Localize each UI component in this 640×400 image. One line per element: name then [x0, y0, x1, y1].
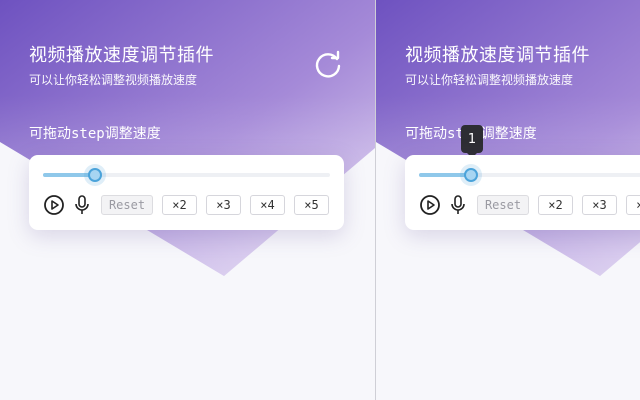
speed-x3-button[interactable]: ×3	[582, 195, 617, 215]
speed-control-card: Reset ×2 ×3 ×4 ×5	[405, 155, 640, 230]
refresh-icon[interactable]	[313, 50, 343, 80]
page-title: 视频播放速度调节插件	[405, 45, 590, 66]
page-title: 视频播放速度调节插件	[29, 45, 214, 66]
page-subtitle: 可以让你轻松调整视频播放速度	[405, 73, 574, 87]
speed-control-card: Reset ×2 ×3 ×4 ×5	[29, 155, 344, 230]
reset-button[interactable]: Reset	[101, 195, 153, 215]
hint-code: step	[71, 126, 105, 142]
hint-prefix: 可拖动	[405, 126, 447, 142]
speed-x4-button[interactable]: ×4	[250, 195, 285, 215]
speed-x3-button[interactable]: ×3	[206, 195, 241, 215]
speed-x5-button[interactable]: ×5	[294, 195, 329, 215]
page-subtitle: 可以让你轻松调整视频播放速度	[29, 73, 198, 87]
play-circle-icon[interactable]	[43, 194, 65, 216]
speed-slider-track[interactable]	[43, 168, 330, 182]
hint-suffix: 调整速度	[104, 126, 161, 142]
play-circle-icon[interactable]	[419, 194, 441, 216]
microphone-icon[interactable]	[71, 194, 93, 216]
control-row: Reset ×2 ×3 ×4 ×5	[419, 194, 640, 216]
speed-x2-button[interactable]: ×2	[538, 195, 573, 215]
speed-slider-fill	[43, 173, 95, 177]
screenshot-stage: 视频播放速度调节插件 可以让你轻松调整视频播放速度 可拖动step调整速度 Re…	[0, 0, 640, 400]
speed-x2-button[interactable]: ×2	[162, 195, 197, 215]
control-row: Reset ×2 ×3 ×4 ×5	[43, 194, 338, 216]
slider-value-tooltip: 1	[461, 125, 483, 158]
speed-slider-thumb[interactable]	[463, 168, 478, 182]
speed-slider-fill	[419, 173, 471, 177]
popup-panel-left: 视频播放速度调节插件 可以让你轻松调整视频播放速度 可拖动step调整速度 Re…	[0, 0, 375, 400]
speed-slider-track[interactable]	[419, 168, 640, 182]
popup-panel-right: 视频播放速度调节插件 可以让你轻松调整视频播放速度 可拖动step调整速度 1	[376, 0, 640, 400]
drag-hint: 可拖动step调整速度	[29, 123, 161, 143]
speed-slider-thumb[interactable]	[87, 168, 102, 182]
reset-button[interactable]: Reset	[477, 195, 529, 215]
hint-suffix: 调整速度	[480, 126, 537, 142]
speed-x4-button[interactable]: ×4	[626, 195, 640, 215]
hint-prefix: 可拖动	[29, 126, 71, 142]
microphone-icon[interactable]	[447, 194, 469, 216]
